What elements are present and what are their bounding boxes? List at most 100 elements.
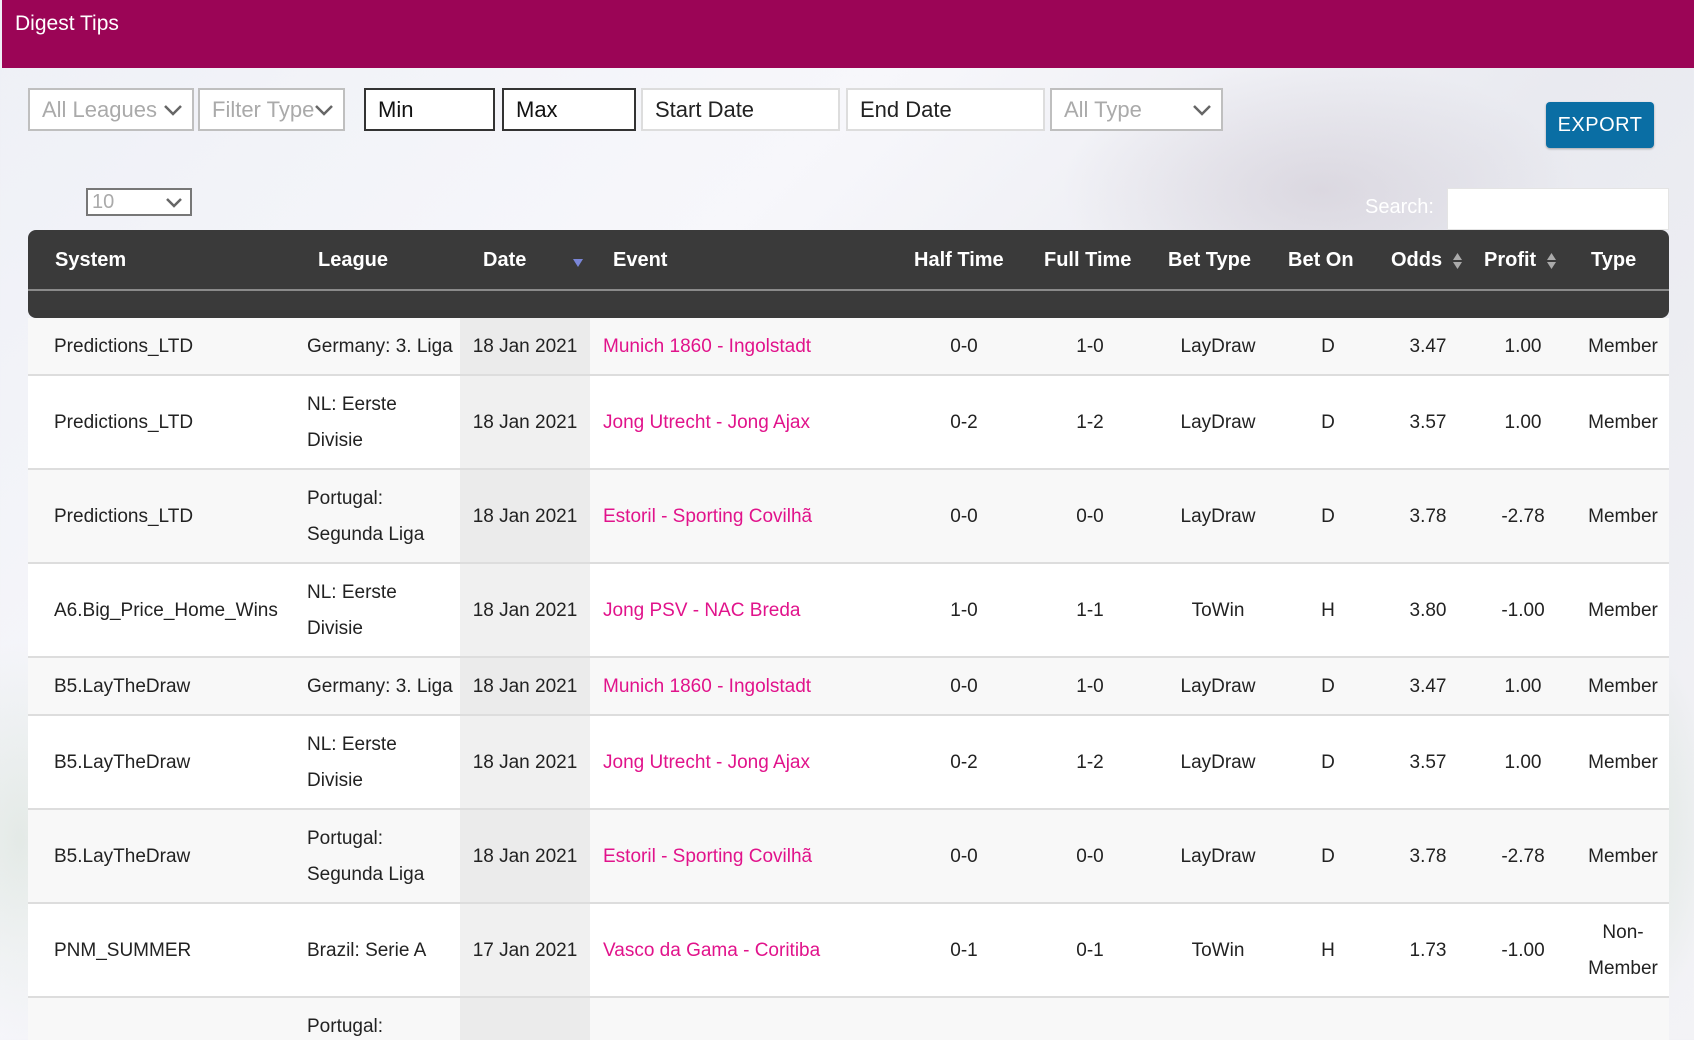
cell-event[interactable]: Vasco da Gama - Coritiba [603,933,903,969]
cell-profit: 1.00 [1504,676,1542,697]
end-date-input[interactable]: End Date [846,88,1045,131]
chevron-down-icon [166,198,182,208]
cell-profit: -2.78 [1501,506,1545,527]
column-header-system[interactable]: System [55,249,126,272]
cell-type: Member [1573,499,1669,535]
leagues-select-value: All Leagues [42,97,157,122]
min-input[interactable]: Min [364,88,495,131]
cell-type: Member [1573,669,1669,705]
cell-profit: -2.78 [1501,846,1545,867]
filter-type-select-value: Filter Type [212,97,315,122]
cell-odds: 3.78 [1409,846,1447,867]
table-row: PNM_SUMMER Brazil: Serie A 17 Jan 2021 Vasc… [28,904,1669,998]
cell-type-line: Member [1588,412,1658,433]
cell-type-line: Non- [1602,922,1644,943]
cell-date: 18 Jan 2021 [472,752,578,773]
search-input[interactable] [1447,188,1669,230]
cell-event[interactable]: Jong Utrecht - Jong Ajax [603,745,903,781]
cell-league-line: NL: Eerste [307,582,397,603]
cell-league: Portugal: Segunda Liga [307,481,457,553]
cell-league: Germany: 3. Liga [307,669,457,705]
cell-date: 18 Jan 2021 [472,600,578,621]
column-header-bet-on[interactable]: Bet On [1288,249,1354,272]
table-row: Predictions_LTD Germany: 3. Liga 18 Jan 20… [28,318,1669,376]
cell-full-time: 1-0 [1076,676,1104,697]
column-header-profit[interactable]: Profit [1484,249,1536,271]
column-header-type[interactable]: Type [1591,249,1636,272]
cell-bet-on: D [1321,336,1335,357]
column-header-league[interactable]: League [318,249,388,272]
cell-system: A6.Big_Price_Home_Wins [54,600,278,621]
cell-date: 17 Jan 2021 [472,940,578,961]
cell-league-line: NL: Eerste [307,394,397,415]
cell-odds: 3.80 [1409,600,1447,621]
cell-event[interactable]: Munich 1860 - Ingolstadt [603,669,903,705]
cell-league: Brazil: Serie A [307,933,457,969]
cell-league-line: Germany: 3. Liga [307,336,453,357]
cell-full-time: 1-2 [1076,752,1104,773]
cell-bet-on: D [1321,846,1335,867]
cell-bet-type: ToWin [1191,940,1245,961]
header-divider [28,289,1669,291]
cell-type-line: Member [1588,846,1658,867]
cell-type-line: Member [1588,600,1658,621]
cell-event[interactable]: Munich 1860 - Ingolstadt [603,329,903,365]
filter-type-select[interactable]: Filter Type [198,88,345,131]
column-header-full-time[interactable]: Full Time [1044,249,1131,272]
cell-profit: -1.00 [1501,600,1545,621]
top-bar: Digest Tips [2,0,1694,68]
cell-event[interactable]: Estoril - Sporting Covilhã [603,499,903,535]
cell-full-time: 0-1 [1076,940,1104,961]
cell-league: NL: Eerste Divisie [307,727,457,799]
column-header-odds[interactable]: Odds [1391,249,1442,271]
cell-league-line: Divisie [307,618,363,639]
all-type-select-value: All Type [1064,97,1142,122]
cell-league-line: Divisie [307,430,363,451]
cell-bet-on: H [1321,600,1335,621]
cell-type-line: Member [1588,752,1658,773]
cell-date: 18 Jan 2021 [472,412,578,433]
cell-league: NL: Eerste Divisie [307,575,457,647]
sort-icon[interactable] [1452,252,1463,270]
table-row: B5.LayTheDraw Portugal: Segunda Liga 18 Jan… [28,810,1669,904]
page-size-value: 10 [92,191,115,213]
cell-event[interactable]: Jong Utrecht - Jong Ajax [603,405,903,441]
cell-half-time: 0-0 [950,336,978,357]
cell-system: PNM_SUMMER [54,940,192,961]
page-size-select[interactable]: 10 [86,188,192,216]
page-title: Digest Tips [15,12,119,35]
cell-league-line: Portugal: [307,828,384,849]
sort-icon[interactable] [1546,252,1557,270]
table-header: System League Date Event Half Time Full … [28,230,1669,318]
cell-full-time: 1-1 [1076,600,1104,621]
cell-type: Member [1573,405,1669,441]
cell-type: Non- Member [1573,915,1669,987]
sort-desc-icon[interactable] [572,258,584,268]
leagues-select[interactable]: All Leagues [28,88,194,131]
column-header-date[interactable]: Date [483,249,526,272]
cell-league: Portugal: [307,1009,457,1040]
column-header-half-time[interactable]: Half Time [914,249,1004,272]
cell-event[interactable]: Estoril - Sporting Covilhã [603,839,903,875]
cell-date: 18 Jan 2021 [472,676,578,697]
column-header-bet-type[interactable]: Bet Type [1168,249,1251,272]
cell-odds: 1.73 [1409,940,1447,961]
column-header-event[interactable]: Event [613,249,667,272]
all-type-select[interactable]: All Type [1050,88,1223,131]
cell-league-line: Divisie [307,770,363,791]
table-body: Predictions_LTD Germany: 3. Liga 18 Jan 20… [28,318,1669,1040]
chevron-down-icon [1193,105,1211,116]
cell-type: Member [1573,329,1669,365]
cell-league-line: Segunda Liga [307,864,425,885]
cell-half-time: 0-0 [950,846,978,867]
export-button[interactable]: EXPORT [1546,102,1654,148]
chevron-down-icon [164,105,182,116]
max-input[interactable]: Max [502,88,636,131]
table-row: B5.LayTheDraw Germany: 3. Liga 18 Jan 2021… [28,658,1669,716]
column-header-odds-group: Odds [1391,249,1463,272]
cell-event[interactable]: Jong PSV - NAC Breda [603,593,903,629]
filter-bar: All Leagues Filter Type Min Max Start Da… [28,88,1228,131]
cell-type-line: Member [1588,958,1658,979]
start-date-input[interactable]: Start Date [641,88,840,131]
cell-league-line: Segunda Liga [307,524,425,545]
